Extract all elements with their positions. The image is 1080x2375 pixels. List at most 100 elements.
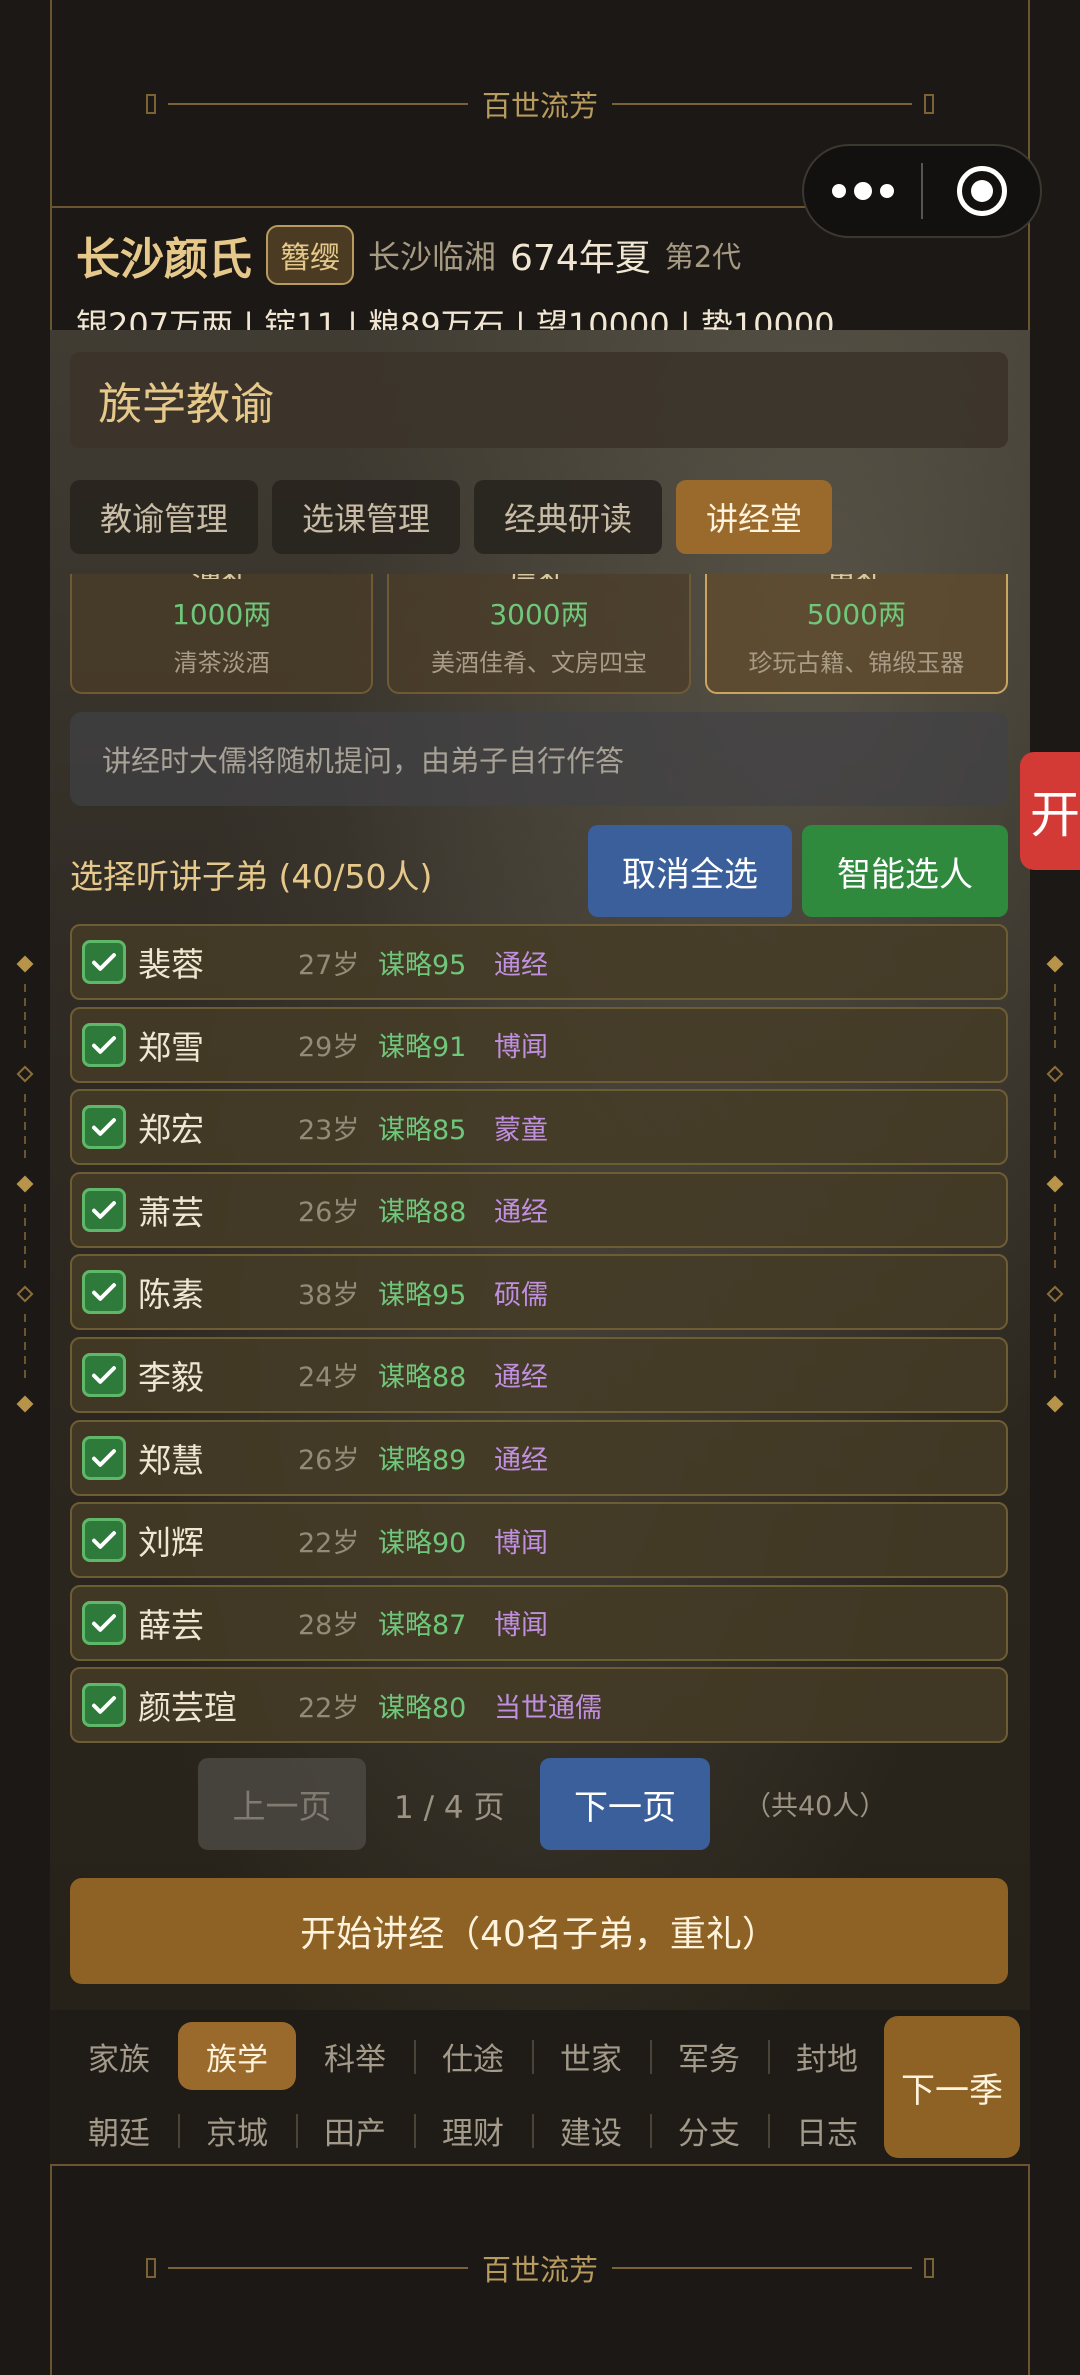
panel-tabs: 教谕管理 选课管理 经典研读 讲经堂 (70, 480, 833, 554)
banner-line-left (167, 103, 468, 105)
nav-item[interactable]: 封地 (768, 2022, 886, 2090)
tier-name: 厚礼 (509, 574, 569, 579)
student-age: 26岁 (298, 1197, 360, 1229)
student-row[interactable]: 裴蓉 27岁 谋略95 通经 (70, 924, 1008, 1000)
banner-cap-right (924, 2258, 934, 2278)
student-name: 李毅 (138, 1357, 204, 1397)
student-row[interactable]: 李毅 24岁 谋略88 通经 (70, 1336, 1008, 1413)
nav-item[interactable]: 田产 (296, 2096, 414, 2164)
student-title: 通经 (494, 1362, 548, 1394)
next-season-button[interactable]: 下一季 (884, 2016, 1020, 2158)
nav-item[interactable]: 朝廷 (60, 2096, 178, 2164)
student-row[interactable]: 郑雪 29岁 谋略91 博闻 (70, 1006, 1008, 1083)
student-strategy: 谋略85 (378, 1114, 467, 1146)
student-strategy: 谋略91 (378, 1032, 467, 1064)
gift-tier-medium[interactable]: 厚礼 3000两 美酒佳肴、文房四宝 (387, 574, 691, 694)
tier-price: 1000两 (172, 598, 272, 631)
tab-teaching-management[interactable]: 教谕管理 (70, 480, 259, 554)
nav-item[interactable]: 仕途 (414, 2022, 532, 2090)
tab-classics-study[interactable]: 经典研读 (474, 480, 663, 554)
nav-item[interactable]: 科举 (296, 2022, 414, 2090)
banner-title: 百世流芳 (481, 89, 598, 123)
frame-bottom-line (50, 2164, 1030, 2166)
student-age: 22岁 (298, 1527, 360, 1559)
family-name: 长沙颜氏 (76, 234, 252, 285)
banner-cap-right (924, 94, 934, 114)
student-name: 颜芸瑄 (138, 1688, 237, 1728)
tier-desc: 清茶淡酒 (173, 649, 270, 677)
gift-tier-light[interactable]: 薄礼 1000两 清茶淡酒 (70, 574, 374, 694)
nav-item[interactable]: 京城 (178, 2096, 296, 2164)
tab-lecture-hall[interactable]: 讲经堂 (676, 480, 833, 554)
student-row[interactable]: 陈素 38岁 谋略95 硕儒 (70, 1254, 1008, 1331)
prev-page-button[interactable]: 上一页 (198, 1758, 366, 1850)
student-title: 通经 (494, 1445, 548, 1477)
checkbox-checked-icon[interactable] (82, 1683, 126, 1728)
student-row[interactable]: 刘辉 22岁 谋略90 博闻 (70, 1502, 1008, 1579)
checkbox-checked-icon[interactable] (82, 1435, 126, 1480)
nav-item[interactable]: 日志 (768, 2096, 886, 2164)
checkbox-checked-icon[interactable] (82, 1518, 126, 1563)
next-page-button[interactable]: 下一页 (540, 1758, 710, 1850)
checkbox-checked-icon[interactable] (82, 1270, 126, 1315)
student-age: 23岁 (298, 1114, 360, 1146)
checkbox-checked-icon[interactable] (82, 940, 126, 984)
student-row[interactable]: 郑慧 26岁 谋略89 通经 (70, 1419, 1008, 1496)
gift-tier-heavy[interactable]: 重礼 5000两 珍玩古籍、锦缎玉器 (704, 574, 1008, 694)
rank-badge: 簪缨 (266, 225, 354, 285)
smart-select-button[interactable]: 智能选人 (802, 825, 1008, 917)
student-name: 薛芸 (138, 1605, 204, 1645)
nav-item[interactable]: 族学 (178, 2022, 296, 2090)
student-title: 当世通儒 (494, 1692, 602, 1724)
student-strategy: 谋略80 (378, 1692, 467, 1724)
student-title: 硕儒 (494, 1279, 548, 1311)
student-title: 博闻 (494, 1032, 548, 1064)
student-row[interactable]: 颜芸瑄 22岁 谋略80 当世通儒 (70, 1667, 1008, 1744)
tier-price: 5000两 (806, 598, 906, 631)
total-count: （共40人） (744, 1791, 887, 1822)
side-float-tab[interactable]: 开 (1020, 752, 1080, 870)
nav-item[interactable]: 建设 (532, 2096, 650, 2164)
student-age: 28岁 (298, 1610, 360, 1642)
checkbox-checked-icon[interactable] (82, 1352, 126, 1397)
student-age: 24岁 (298, 1362, 360, 1394)
checkbox-checked-icon[interactable] (82, 1600, 126, 1645)
tab-course-selection[interactable]: 选课管理 (272, 480, 461, 554)
tier-desc: 珍玩古籍、锦缎玉器 (748, 649, 965, 677)
nav-item[interactable]: 理财 (414, 2096, 532, 2164)
student-age: 38岁 (298, 1279, 360, 1311)
student-name: 裴蓉 (138, 945, 204, 984)
student-title: 通经 (494, 1197, 548, 1229)
family-seat: 长沙临湘 (368, 238, 497, 276)
student-row[interactable]: 萧芸 26岁 谋略88 通经 (70, 1171, 1008, 1248)
nav-row-primary: 家族 族学 科举 仕途 世家 军务 封地 (60, 2022, 886, 2090)
checkbox-checked-icon[interactable] (82, 1187, 126, 1232)
nav-item[interactable]: 世家 (532, 2022, 650, 2090)
select-students-title: 选择听讲子弟 (40/50人) (70, 857, 433, 896)
deselect-all-button[interactable]: 取消全选 (588, 825, 792, 917)
right-ornament (1045, 955, 1065, 1413)
student-strategy: 谋略87 (378, 1610, 467, 1642)
student-row[interactable]: 薛芸 28岁 谋略87 博闻 (70, 1584, 1008, 1661)
student-strategy: 谋略90 (378, 1527, 467, 1559)
student-name: 郑慧 (138, 1440, 204, 1480)
academy-panel: 薄礼 1000两 清茶淡酒 厚礼 3000两 美酒佳肴、文房四宝 重礼 5000… (50, 330, 1030, 2010)
student-name: 萧芸 (138, 1192, 204, 1232)
student-row[interactable]: 郑宏 23岁 谋略85 蒙童 (70, 1089, 1008, 1166)
tier-name: 重礼 (826, 574, 886, 579)
student-strategy: 谋略88 (378, 1362, 467, 1394)
nav-item[interactable]: 家族 (60, 2022, 178, 2090)
lecture-notice: 讲经时大儒将随机提问，由弟子自行作答 (70, 712, 1008, 806)
nav-item[interactable]: 军务 (650, 2022, 768, 2090)
student-name: 刘辉 (138, 1523, 204, 1563)
tier-price: 3000两 (489, 598, 589, 631)
gift-tier-options: 薄礼 1000两 清茶淡酒 厚礼 3000两 美酒佳肴、文房四宝 重礼 5000… (70, 574, 1008, 694)
nav-item[interactable]: 分支 (650, 2096, 768, 2164)
checkbox-checked-icon[interactable] (82, 1022, 126, 1067)
start-lecture-button[interactable]: 开始讲经（40名子弟，重礼） (70, 1878, 1008, 1984)
checkbox-checked-icon[interactable] (82, 1105, 126, 1150)
more-menu-icon[interactable] (804, 182, 921, 200)
top-banner: 百世流芳 (0, 74, 1080, 134)
close-miniprogram-icon[interactable] (923, 166, 1040, 216)
student-strategy: 谋略95 (378, 1279, 467, 1311)
